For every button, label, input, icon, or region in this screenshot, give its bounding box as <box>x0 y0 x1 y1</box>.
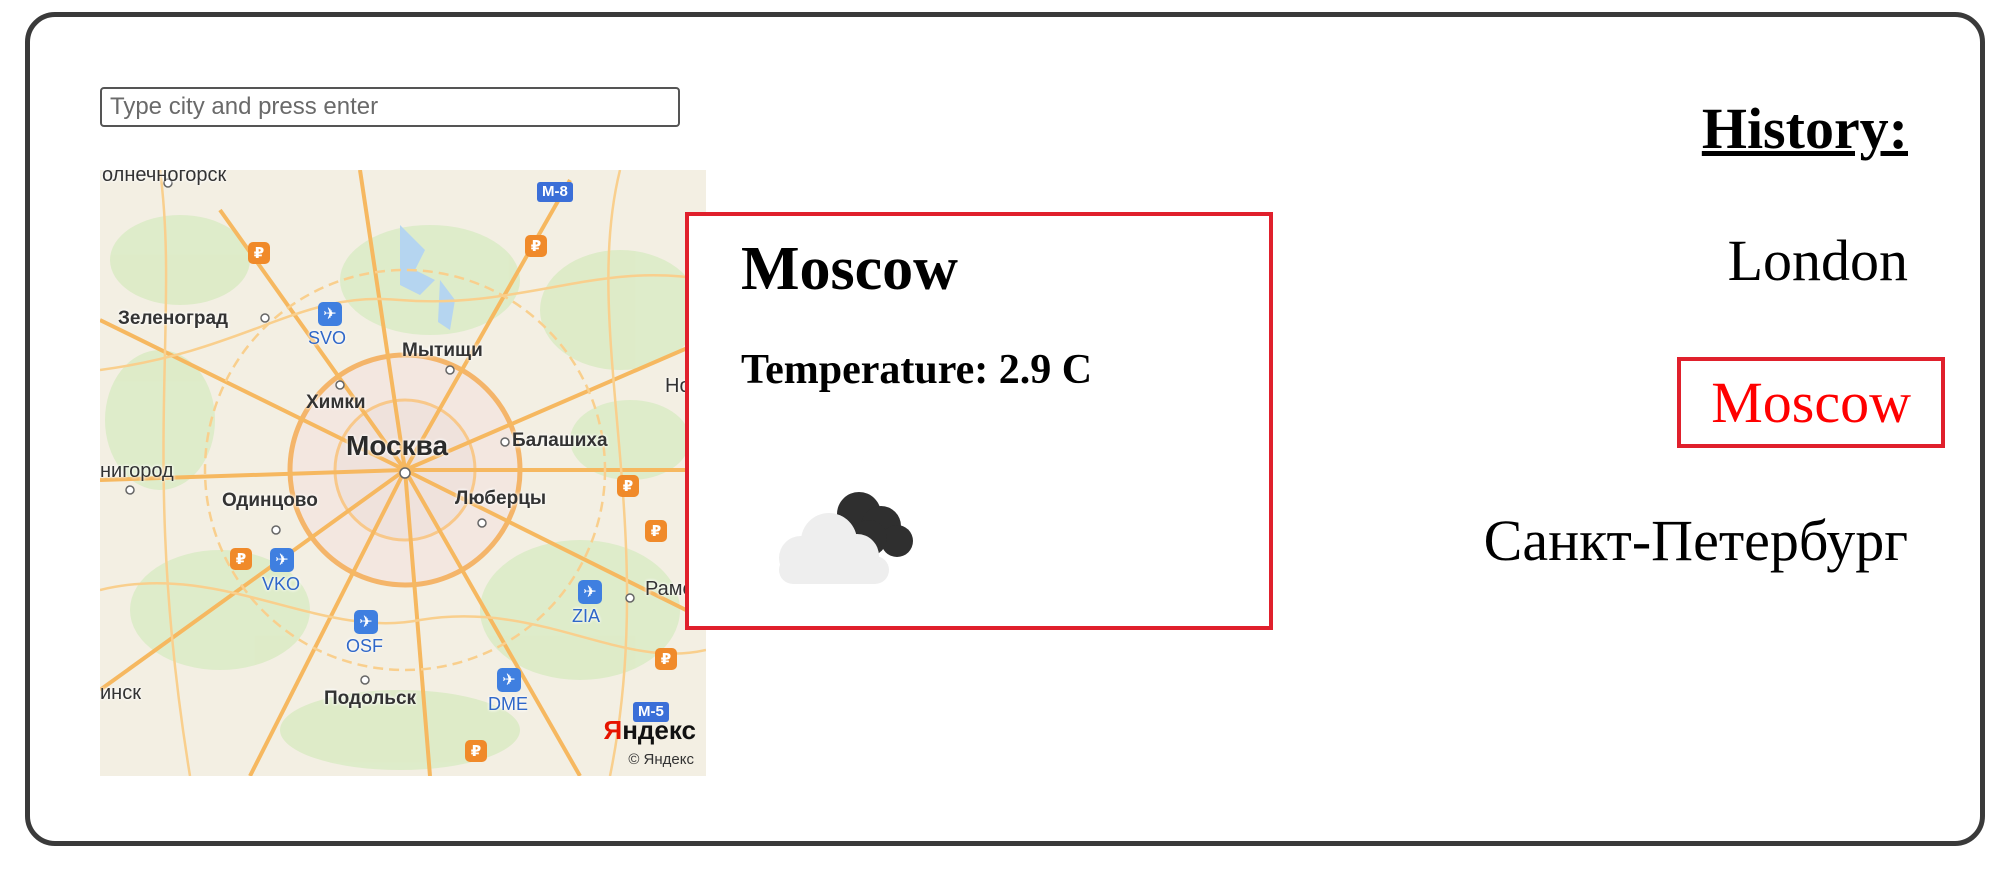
map-label-podolsk: Подольск <box>324 688 417 709</box>
weather-card: Moscow Temperature: 2.9 C <box>685 212 1273 630</box>
highway-sign-m8: М-8 <box>537 182 573 202</box>
weather-city-title: Moscow <box>741 235 958 303</box>
map-copyright: © Яндекс <box>628 751 694 768</box>
airport-label-zia: ZIA <box>572 606 601 626</box>
airport-icon: ✈ <box>270 548 294 572</box>
cloudy-night-icon <box>779 492 913 584</box>
airport-icon: ✈ <box>318 302 342 326</box>
temperature-readout: Temperature: 2.9 C <box>741 347 1093 393</box>
yandex-logo: Яндекс <box>603 715 697 745</box>
fuel-station-icon: ₽ <box>645 520 667 542</box>
history-item-saint-petersburg[interactable]: Санкт-Петербург <box>1484 507 1908 574</box>
map-label-zelenograd: Зеленоград <box>118 308 229 329</box>
airport-label-osf: OSF <box>346 636 384 656</box>
airport-icon: ✈ <box>354 610 378 634</box>
fuel-station-icon: ₽ <box>248 242 270 264</box>
airport-icon: ✈ <box>578 580 602 604</box>
map-label-solnechnogorsk: олнечногорск <box>102 170 227 186</box>
airport-label-dme: DME <box>488 694 528 714</box>
city-map[interactable]: олнечногорск Зеленоград Мытищи Химки Мос… <box>100 170 706 776</box>
map-label-lyubertsy: Люберцы <box>455 488 547 509</box>
map-label-moskva: Москва <box>346 430 449 461</box>
fuel-station-icon: ₽ <box>617 475 639 497</box>
airport-label-svo: SVO <box>308 328 347 348</box>
map-label-balashikha: Балашиха <box>512 430 608 451</box>
fuel-station-icon: ₽ <box>655 648 677 670</box>
airport-icon: ✈ <box>497 668 521 692</box>
map-label-khimki: Химки <box>306 392 366 413</box>
history-item-london[interactable]: London <box>1728 227 1908 294</box>
map-label-minsk: инск <box>100 682 141 704</box>
map-label-mytishchi: Мытищи <box>402 340 483 361</box>
fuel-station-icon: ₽ <box>525 235 547 257</box>
map-label-zvenigorod: нигород <box>100 460 174 482</box>
fuel-station-icon: ₽ <box>230 548 252 570</box>
map-label-odintsovo: Одинцово <box>222 490 318 511</box>
city-search-input[interactable] <box>100 87 680 127</box>
history-item-moscow[interactable]: Moscow <box>1677 357 1945 448</box>
airport-label-vko: VKO <box>262 574 301 594</box>
fuel-station-icon: ₽ <box>465 740 487 762</box>
app-frame: олнечногорск Зеленоград Мытищи Химки Мос… <box>25 12 1985 846</box>
map-roads <box>100 170 706 776</box>
history-title: History: <box>1701 96 1908 161</box>
